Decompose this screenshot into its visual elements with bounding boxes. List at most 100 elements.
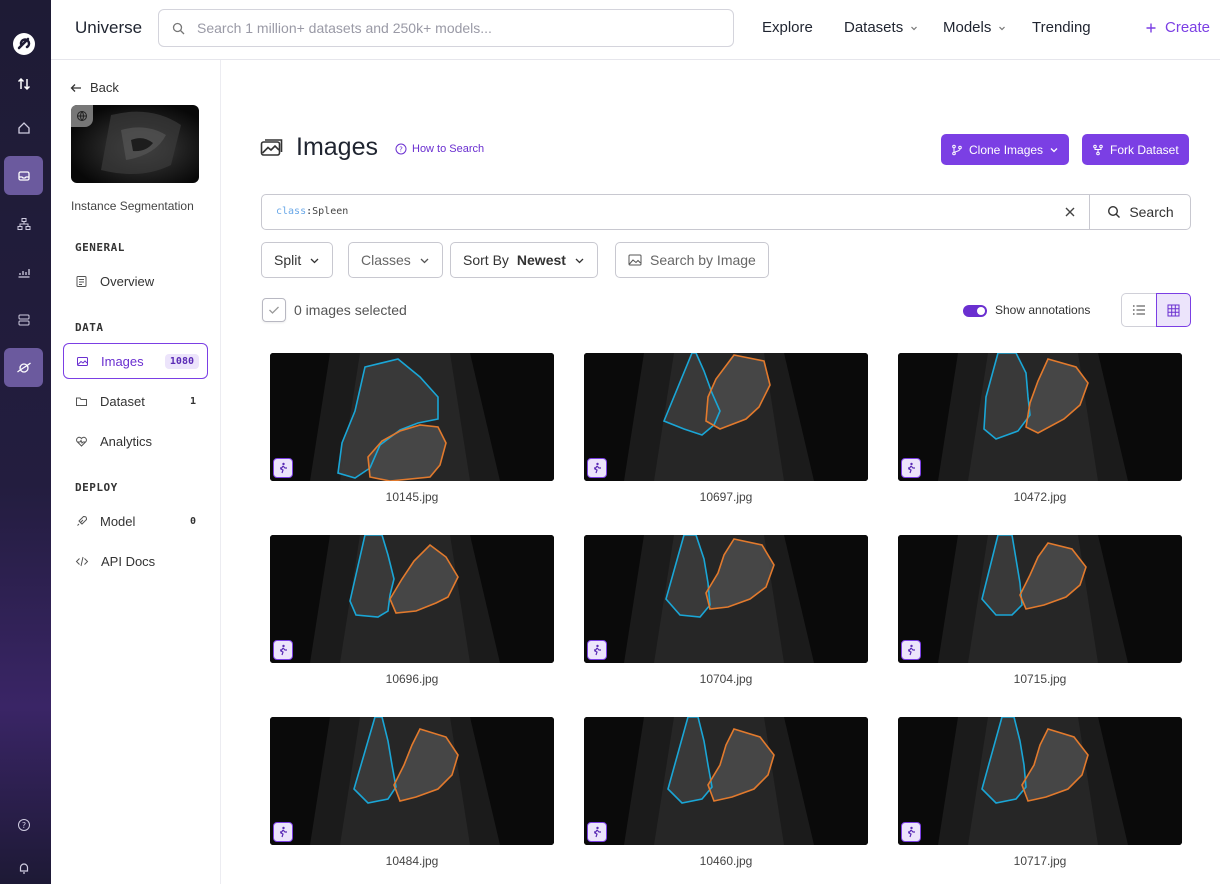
project-thumbnail[interactable] xyxy=(71,105,199,183)
back-link[interactable]: Back xyxy=(70,80,119,95)
image-thumbnail[interactable] xyxy=(270,535,554,663)
classes-filter-dropdown[interactable]: Classes xyxy=(348,242,443,278)
chevron-down-icon xyxy=(310,258,319,263)
help-icon[interactable]: ? xyxy=(4,805,43,844)
image-thumbnail[interactable] xyxy=(584,353,868,481)
nav-datasets[interactable]: Datasets xyxy=(844,19,919,36)
sidebar-item-dataset[interactable]: Dataset 1 xyxy=(63,383,208,419)
image-card[interactable]: 10484.jpg xyxy=(270,717,554,868)
sidebar-item-label: Analytics xyxy=(100,433,153,449)
select-all-checkbox[interactable] xyxy=(262,298,286,322)
image-thumbnail[interactable] xyxy=(584,535,868,663)
switch-workspace-icon[interactable] xyxy=(4,64,43,103)
selected-count-text: 0 images selected xyxy=(294,302,407,318)
list-view-button[interactable] xyxy=(1121,293,1156,327)
brand-title[interactable]: Universe xyxy=(75,18,142,38)
image-thumbnail[interactable] xyxy=(584,717,868,845)
how-to-search-link[interactable]: ? How to Search xyxy=(395,143,484,155)
nav-explore[interactable]: Explore xyxy=(762,19,813,36)
deployments-icon[interactable] xyxy=(4,300,43,339)
sidebar-item-overview[interactable]: Overview xyxy=(63,263,208,299)
search-button[interactable]: Search xyxy=(1089,195,1191,229)
clear-query-icon[interactable] xyxy=(1064,206,1076,218)
branch-icon xyxy=(952,144,962,155)
clone-images-label: Clone Images xyxy=(969,142,1044,157)
workflows-icon[interactable] xyxy=(4,204,43,243)
roboflow-logo-icon[interactable] xyxy=(4,24,43,63)
chevron-down-icon xyxy=(575,258,584,263)
sidebar-item-label: Dataset xyxy=(100,393,145,409)
image-search-bar[interactable]: class:Spleen Search xyxy=(261,194,1191,230)
projects-icon[interactable] xyxy=(4,156,43,195)
annotation-job-icon[interactable] xyxy=(273,458,293,478)
overview-icon xyxy=(76,275,87,287)
search-input[interactable] xyxy=(197,18,717,38)
dataset-count: 1 xyxy=(189,395,196,407)
search-by-image-button[interactable]: Search by Image xyxy=(615,242,769,278)
nav-trending[interactable]: Trending xyxy=(1032,19,1091,36)
image-filename: 10484.jpg xyxy=(385,854,439,868)
sidebar-item-label: Model xyxy=(100,513,136,529)
image-card[interactable]: 10145.jpg xyxy=(270,353,554,504)
nav-datasets-label: Datasets xyxy=(844,19,904,36)
sort-by-label: Sort By xyxy=(463,252,509,268)
search-button-label: Search xyxy=(1129,204,1174,220)
image-filename: 10696.jpg xyxy=(385,672,439,686)
annotation-job-icon[interactable] xyxy=(273,640,293,660)
image-card[interactable]: 10460.jpg xyxy=(584,717,868,868)
universe-search[interactable] xyxy=(158,9,734,47)
svg-text:?: ? xyxy=(399,146,403,154)
chevron-down-icon xyxy=(999,26,1006,30)
sidebar-item-label: Overview xyxy=(100,273,155,289)
universe-icon[interactable] xyxy=(4,348,43,387)
sort-by-dropdown[interactable]: Sort By Newest xyxy=(450,242,598,278)
sidebar-item-label: Images xyxy=(101,353,144,369)
home-icon[interactable] xyxy=(4,108,43,147)
image-thumbnail[interactable] xyxy=(898,535,1182,663)
sidebar-item-model[interactable]: Model 0 xyxy=(63,503,208,539)
chevron-down-icon xyxy=(1050,147,1058,152)
arrow-left-icon xyxy=(70,83,81,92)
clone-images-button[interactable]: Clone Images xyxy=(941,134,1070,165)
show-annotations-toggle[interactable] xyxy=(963,305,987,317)
grid-view-button[interactable] xyxy=(1156,293,1191,327)
folder-icon xyxy=(76,397,87,406)
section-general: GENERAL xyxy=(75,241,125,254)
annotation-job-icon[interactable] xyxy=(587,640,607,660)
image-card[interactable]: 10472.jpg xyxy=(898,353,1182,504)
back-label: Back xyxy=(90,80,119,95)
image-card[interactable]: 10696.jpg xyxy=(270,535,554,686)
grid-icon xyxy=(1167,304,1180,316)
analytics-icon[interactable] xyxy=(4,252,43,291)
image-filename: 10697.jpg xyxy=(699,490,753,504)
annotation-job-icon[interactable] xyxy=(587,822,607,842)
image-thumbnail[interactable] xyxy=(270,353,554,481)
fork-dataset-button[interactable]: Fork Dataset xyxy=(1082,134,1189,165)
image-thumbnail[interactable] xyxy=(898,353,1182,481)
nav-models[interactable]: Models xyxy=(943,19,1007,36)
image-card[interactable]: 10717.jpg xyxy=(898,717,1182,868)
analytics-heart-icon xyxy=(76,436,87,447)
annotation-job-icon[interactable] xyxy=(587,458,607,478)
ultrasound-image xyxy=(898,535,1182,663)
split-filter-dropdown[interactable]: Split xyxy=(261,242,334,278)
annotation-job-icon[interactable] xyxy=(901,822,921,842)
search-query-input[interactable]: class:Spleen xyxy=(276,206,348,217)
annotation-job-icon[interactable] xyxy=(901,640,921,660)
images-icon xyxy=(260,138,283,156)
sidebar-item-api-docs[interactable]: API Docs xyxy=(63,543,208,579)
list-icon xyxy=(1132,305,1145,315)
sidebar-item-images[interactable]: Images 1080 xyxy=(63,343,208,379)
create-button[interactable]: Create xyxy=(1145,19,1210,36)
annotation-job-icon[interactable] xyxy=(273,822,293,842)
image-thumbnail[interactable] xyxy=(270,717,554,845)
image-card[interactable]: 10697.jpg xyxy=(584,353,868,504)
top-bar: Universe Explore Datasets Models Trendin… xyxy=(51,0,1220,60)
notifications-icon[interactable] xyxy=(4,848,43,887)
image-thumbnail[interactable] xyxy=(898,717,1182,845)
project-sidebar: Back Instance Segmentation GENERAL Overv… xyxy=(51,60,221,884)
image-card[interactable]: 10704.jpg xyxy=(584,535,868,686)
annotation-job-icon[interactable] xyxy=(901,458,921,478)
sidebar-item-analytics[interactable]: Analytics xyxy=(63,423,208,459)
image-card[interactable]: 10715.jpg xyxy=(898,535,1182,686)
